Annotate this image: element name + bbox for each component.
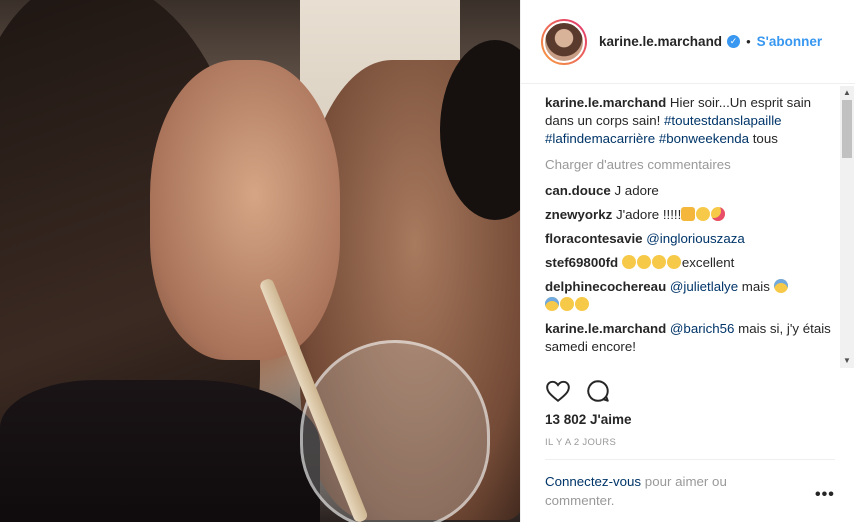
comments-scrollbar[interactable]: ▲ ▼ xyxy=(840,86,854,368)
caption: karine.le.marchand Hier soir...Un esprit… xyxy=(545,94,839,148)
avatar[interactable] xyxy=(541,18,587,65)
thumbs-up-emoji-icon xyxy=(681,207,696,221)
laughing-emoji-icon xyxy=(575,297,589,311)
divider xyxy=(545,459,835,460)
comment-username[interactable]: can.douce xyxy=(545,183,611,198)
hashtag-link[interactable]: #bonweekenda xyxy=(659,131,749,146)
laughing-emoji-icon xyxy=(621,255,636,269)
comment-icon[interactable] xyxy=(585,378,611,404)
comments-list: karine.le.marchand Hier soir...Un esprit… xyxy=(545,94,839,366)
caption-tail: tous xyxy=(752,131,778,146)
mention-link[interactable]: @barich56 xyxy=(670,321,735,336)
comment-text: mais xyxy=(741,279,770,294)
more-icon[interactable]: ••• xyxy=(815,486,835,504)
load-more-comments-button[interactable]: Charger d'autres commentaires xyxy=(545,156,839,174)
header-username[interactable]: karine.le.marchand xyxy=(599,34,722,49)
list-item: znewyorkz J'adore !!!!! xyxy=(545,206,839,224)
login-link[interactable]: Connectez-vous xyxy=(545,474,641,489)
comment-text: J adore xyxy=(614,183,659,198)
comment-username[interactable]: karine.le.marchand xyxy=(545,321,666,336)
kiss-emoji-icon xyxy=(711,207,726,221)
mention-link[interactable]: @julietlalye xyxy=(670,279,738,294)
comment-username[interactable]: delphinecochereau xyxy=(545,279,666,294)
list-item: karine.le.marchand @barich56 mais si, j'… xyxy=(545,320,839,356)
follow-button[interactable]: S'abonner xyxy=(757,34,822,49)
comment-username[interactable]: znewyorkz xyxy=(545,207,612,222)
laughing-emoji-icon xyxy=(666,255,681,269)
laughing-emoji-icon xyxy=(651,255,666,269)
verified-check-icon: ✓ xyxy=(727,35,741,48)
tired-emoji-icon xyxy=(560,297,574,311)
scroll-down-icon[interactable]: ▼ xyxy=(840,354,854,368)
scroll-up-icon[interactable]: ▲ xyxy=(840,86,854,100)
hashtag-link[interactable]: #lafindemacarrière xyxy=(545,131,655,146)
scrollbar-thumb[interactable] xyxy=(842,100,852,158)
comment-username[interactable]: stef69800fd xyxy=(545,255,618,270)
header-separator: • xyxy=(746,34,751,49)
scream-emoji-icon xyxy=(545,297,559,311)
heart-icon[interactable] xyxy=(545,378,571,404)
comment-username[interactable]: floracontesavie xyxy=(545,231,643,246)
post-actions xyxy=(545,378,835,404)
photo-top xyxy=(0,380,320,522)
hashtag-link[interactable]: #toutestdanslapaille xyxy=(664,113,782,128)
scream-emoji-icon xyxy=(773,279,788,293)
comment-text: excellent xyxy=(681,255,735,270)
list-item: floracontesavie @ingloriouszaza xyxy=(545,230,839,248)
list-item: delphinecochereau @julietlalye mais xyxy=(545,278,839,314)
comment-text: J'adore !!!!! xyxy=(615,207,682,222)
list-item: can.douce J adore xyxy=(545,182,839,200)
laughing-emoji-icon xyxy=(636,255,651,269)
mention-link[interactable]: @ingloriouszaza xyxy=(646,231,745,246)
likes-count[interactable]: 13 802 J'aime xyxy=(545,412,632,427)
avatar-image xyxy=(543,20,585,63)
login-prompt: Connectez-vous pour aimer ou commenter. xyxy=(545,472,785,510)
caption-username[interactable]: karine.le.marchand xyxy=(545,95,666,110)
laughing-emoji-icon xyxy=(696,207,711,221)
post-header: karine.le.marchand ✓ • S'abonner xyxy=(521,0,855,84)
list-item: stef69800fd excellent xyxy=(545,254,839,272)
photo-face xyxy=(150,60,340,360)
post-photo[interactable] xyxy=(0,0,520,522)
post-side-panel: karine.le.marchand ✓ • S'abonner karine.… xyxy=(520,0,855,522)
post-timestamp[interactable]: IL Y A 2 JOURS xyxy=(545,437,616,448)
